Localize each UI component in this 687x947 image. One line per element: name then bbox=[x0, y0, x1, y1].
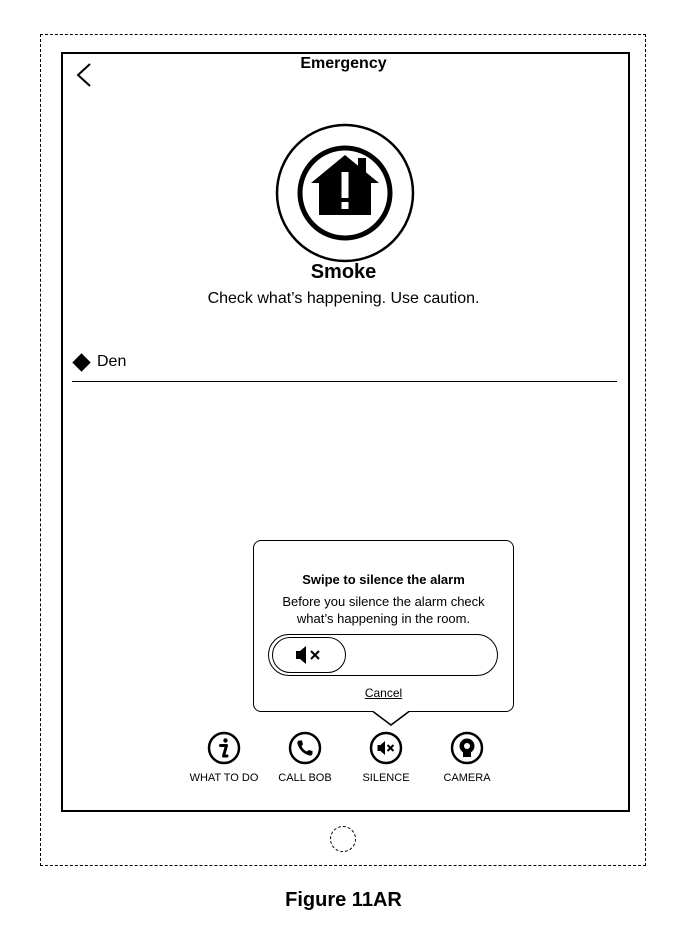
action-label: CALL BOB bbox=[278, 772, 331, 784]
alert-headline: Smoke bbox=[0, 261, 687, 284]
divider bbox=[72, 381, 617, 382]
action-label: CAMERA bbox=[443, 772, 490, 784]
phone-icon bbox=[288, 731, 322, 765]
action-label: WHAT TO DO bbox=[190, 772, 259, 784]
page-title: Emergency bbox=[0, 55, 687, 73]
camera-button[interactable]: CAMERA bbox=[422, 731, 512, 784]
cancel-link[interactable]: Cancel bbox=[253, 686, 514, 700]
popup-body: Before you silence the alarm check what’… bbox=[253, 593, 514, 627]
smoke-alarm-icon bbox=[274, 122, 416, 264]
room-label: Den bbox=[97, 353, 126, 371]
info-icon bbox=[207, 731, 241, 765]
silence-slider-handle[interactable] bbox=[272, 637, 346, 673]
home-button[interactable] bbox=[330, 826, 356, 852]
popup-body-line: what’s happening in the room. bbox=[253, 610, 514, 627]
popup-body-line: Before you silence the alarm check bbox=[253, 593, 514, 610]
action-label: SILENCE bbox=[362, 772, 409, 784]
mute-icon bbox=[369, 731, 403, 765]
what-to-do-button[interactable]: WHAT TO DO bbox=[179, 731, 269, 784]
room-row: Den bbox=[72, 351, 126, 373]
alert-subline: Check what’s happening. Use caution. bbox=[0, 290, 687, 308]
camera-icon bbox=[450, 731, 484, 765]
diamond-icon bbox=[72, 353, 90, 371]
silence-button[interactable]: SILENCE bbox=[341, 731, 431, 784]
figure-caption: Figure 11AR bbox=[0, 889, 687, 912]
call-bob-button[interactable]: CALL BOB bbox=[260, 731, 350, 784]
popup-title: Swipe to silence the alarm bbox=[253, 572, 514, 587]
mute-icon bbox=[294, 645, 324, 665]
popup-pointer bbox=[371, 704, 411, 726]
